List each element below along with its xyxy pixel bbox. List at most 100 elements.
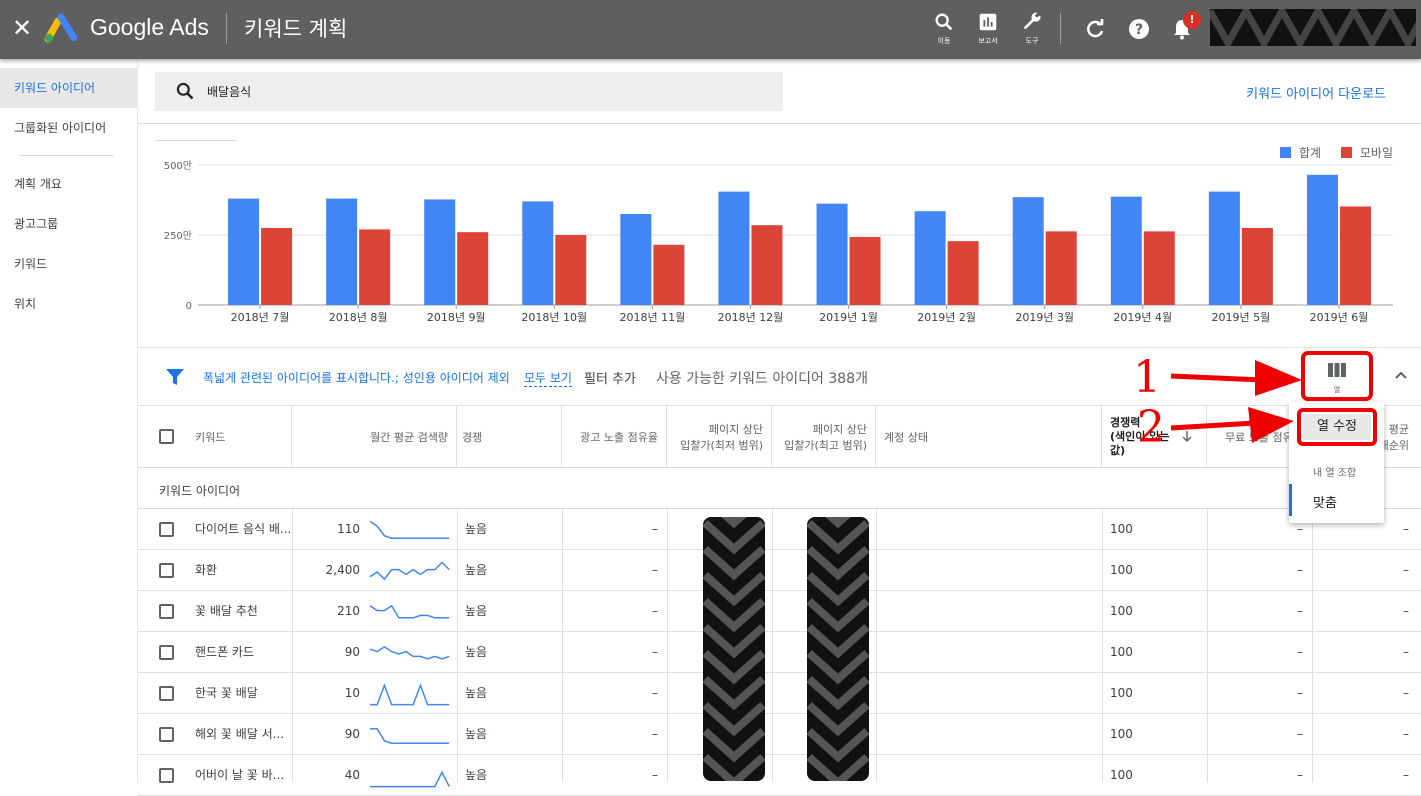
sidebar-item-keyword-ideas[interactable]: 키워드 아이디어 <box>0 68 138 108</box>
col-avg-label-1: 평균 <box>1388 423 1409 436</box>
bar-mobile <box>1143 231 1175 305</box>
col-competition[interactable]: 경쟁 <box>457 406 562 468</box>
keyword-cell[interactable]: 어버이 날 꽃 바... <box>195 755 284 796</box>
x-tick-label: 2018년 8월 <box>329 311 388 324</box>
col-top-bid-high[interactable]: 페이지 상단 입찰가(최고 범위) <box>772 406 876 468</box>
table-row[interactable]: 한국 꽃 배달 10 높음 – 100 – – <box>138 673 1421 714</box>
row-checkbox[interactable] <box>159 727 174 742</box>
bar-mobile <box>849 236 881 305</box>
reports-button[interactable]: 보고서 <box>968 11 1008 46</box>
row-checkbox[interactable] <box>159 522 174 537</box>
row-checkbox[interactable] <box>159 645 174 660</box>
columns-button[interactable]: 열 <box>1301 351 1373 401</box>
keyword-cell[interactable]: 화환 <box>195 550 217 591</box>
column-sets-label: 내 열 조합 <box>1313 468 1357 479</box>
sidebar-item-keywords[interactable]: 키워드 <box>0 244 138 284</box>
trend-sparkline <box>369 520 450 539</box>
col-impression-share[interactable]: 광고 노출 점유율 <box>562 406 667 468</box>
selected-indicator <box>1289 484 1292 516</box>
keyword-cell[interactable]: 한국 꽃 배달 <box>195 673 258 714</box>
keyword-search-input[interactable]: 배달음식 <box>155 72 783 111</box>
col-top-bid-low[interactable]: 페이지 상단 입찰가(최저 범위) <box>667 406 772 468</box>
organic-share-cell: – <box>1297 645 1303 659</box>
trend-sparkline <box>370 728 450 744</box>
chevron-up-icon[interactable] <box>1393 367 1409 383</box>
col-monthly-volume[interactable]: 월간 평균 검색량 <box>292 406 457 468</box>
x-tick-label: 2019년 1월 <box>819 311 878 324</box>
show-all-link[interactable]: 모두 보기 <box>524 369 572 387</box>
table-row[interactable]: 꽃 배달 추천 210 높음 – 100 – – <box>138 591 1421 632</box>
impression-share-cell: – <box>652 686 658 700</box>
table-row[interactable]: 화환 2,400 높음 – 100 – – <box>138 550 1421 591</box>
row-checkbox[interactable] <box>159 604 174 619</box>
col-account-status[interactable]: 계정 상태 <box>876 406 1102 468</box>
edit-columns-button[interactable]: 열 수정 <box>1303 414 1371 440</box>
bar-mobile <box>457 232 489 305</box>
sidebar-item-locations[interactable]: 위치 <box>0 284 138 324</box>
competition-cell: 높음 <box>465 645 488 659</box>
table-header: 키워드 월간 평균 검색량 경쟁 광고 노출 점유율 페이지 상단 입찰가(최저… <box>138 406 1421 468</box>
search-bar: 배달음식 키워드 아이디어 다운로드 <box>138 59 1421 124</box>
account-info-redacted[interactable] <box>1210 9 1416 46</box>
competition-cell: 높음 <box>465 522 488 536</box>
bar-total <box>816 203 848 305</box>
help-icon[interactable]: ? <box>1127 17 1151 41</box>
keyword-cell[interactable]: 꽃 배달 추천 <box>195 591 258 632</box>
sidebar-item-grouped-ideas[interactable]: 그룹화된 아이디어 <box>0 108 138 148</box>
column-divider <box>292 509 293 782</box>
add-filter-button[interactable]: 필터 추가 <box>584 368 636 387</box>
refresh-icon[interactable] <box>1083 17 1107 41</box>
table-row[interactable]: 어버이 날 꽃 바... 40 높음 – 100 – – <box>138 755 1421 796</box>
col-bid-low-label-1: 페이지 상단 <box>708 423 763 436</box>
column-divider <box>876 509 877 782</box>
search-icon <box>176 82 194 100</box>
filter-icon[interactable] <box>166 369 184 385</box>
keyword-cell[interactable]: 핸드폰 카드 <box>195 632 254 673</box>
impression-share-cell: – <box>652 522 658 536</box>
competition-index-cell: 100 <box>1110 768 1133 782</box>
bar-mobile <box>1241 228 1273 305</box>
filter-bar: 폭넓게 관련된 아이디어를 표시합니다.; 성인용 아이디어 제외 모두 보기 … <box>138 349 1421 406</box>
col-keyword-label: 키워드 <box>195 431 226 444</box>
row-checkbox[interactable] <box>159 768 174 783</box>
column-set-custom[interactable]: 맞춤 <box>1289 484 1384 516</box>
row-checkbox[interactable] <box>159 686 174 701</box>
bar-total <box>1110 196 1142 305</box>
keyword-cell[interactable]: 해외 꽃 배달 서... <box>195 714 284 755</box>
col-keyword[interactable]: 키워드 <box>138 406 292 468</box>
tool-label: 이동 <box>937 37 951 45</box>
avg-position-cell: – <box>1403 768 1409 782</box>
sidebar-item-ad-groups[interactable]: 광고그룹 <box>0 204 138 244</box>
volume-cell: 90 <box>344 727 360 741</box>
columns-menu: 열 수정 내 열 조합 맞춤 <box>1289 402 1384 523</box>
select-all-checkbox[interactable] <box>159 429 174 444</box>
sidebar-item-plan-overview[interactable]: 계획 개요 <box>0 164 138 204</box>
x-tick-label: 2019년 6월 <box>1310 311 1369 324</box>
download-keyword-ideas-link[interactable]: 키워드 아이디어 다운로드 <box>1246 83 1386 102</box>
x-tick-label: 2019년 2월 <box>917 311 976 324</box>
go-to-button[interactable]: 이동 <box>924 11 964 46</box>
volume-cell: 40 <box>344 768 360 782</box>
table-row[interactable]: 다이어트 음식 배... 110 높음 – 100 – – <box>138 509 1421 550</box>
column-set-custom-label: 맞춤 <box>1313 496 1337 511</box>
table-row[interactable]: 핸드폰 카드 90 높음 – 100 – – <box>138 632 1421 673</box>
close-icon[interactable]: ✕ <box>12 16 34 40</box>
volume-cell: 90 <box>344 645 360 659</box>
y-tick-label: 0 <box>186 301 192 312</box>
impression-share-cell: – <box>652 563 658 577</box>
active-filter-text[interactable]: 폭넓게 관련된 아이디어를 표시합니다.; 성인용 아이디어 제외 <box>203 369 510 386</box>
organic-share-cell: – <box>1297 563 1303 577</box>
competition-index-cell: 100 <box>1110 604 1133 618</box>
volume-cell: 2,400 <box>325 563 360 577</box>
organic-share-cell: – <box>1297 604 1303 618</box>
sort-descending-icon[interactable] <box>1182 431 1192 443</box>
row-checkbox[interactable] <box>159 563 174 578</box>
avg-position-cell: – <box>1403 686 1409 700</box>
table-row[interactable]: 해외 꽃 배달 서... 90 높음 – 100 – – <box>138 714 1421 755</box>
column-divider <box>1312 509 1313 782</box>
bar-total <box>1208 191 1240 305</box>
tools-button[interactable]: 도구 <box>1012 11 1052 46</box>
y-tick-label: 500만 <box>164 160 192 172</box>
keyword-cell[interactable]: 다이어트 음식 배... <box>195 509 291 550</box>
annotation-step-1: 1 <box>1133 352 1161 403</box>
